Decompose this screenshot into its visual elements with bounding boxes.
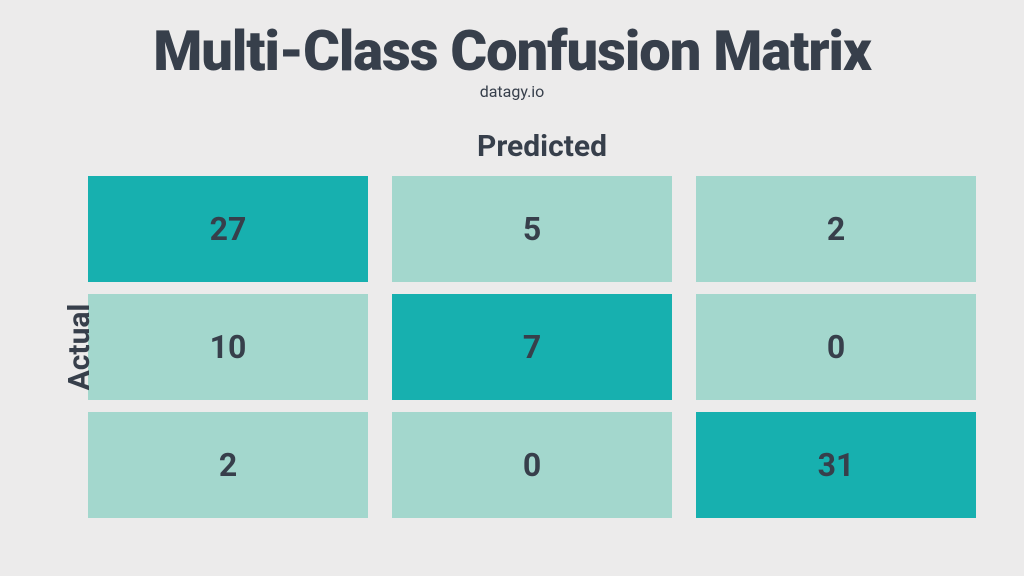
matrix-cell: 2: [696, 176, 976, 282]
matrix-cell: 7: [392, 294, 672, 400]
page-title: Multi-Class Confusion Matrix: [0, 0, 1024, 84]
matrix-cell: 0: [696, 294, 976, 400]
matrix-grid: 27 5 2 10 7 0 2 0 31: [88, 176, 976, 518]
matrix-cell: 5: [392, 176, 672, 282]
matrix-cell: 31: [696, 412, 976, 518]
axis-label-predicted: Predicted: [0, 129, 1024, 164]
page-subtitle: datagy.io: [0, 82, 1024, 101]
confusion-matrix: Actual 27 5 2 10 7 0 2 0 31: [0, 176, 1024, 518]
matrix-cell: 10: [88, 294, 368, 400]
matrix-cell: 2: [88, 412, 368, 518]
axis-label-actual: Actual: [62, 304, 97, 391]
matrix-cell: 27: [88, 176, 368, 282]
matrix-cell: 0: [392, 412, 672, 518]
